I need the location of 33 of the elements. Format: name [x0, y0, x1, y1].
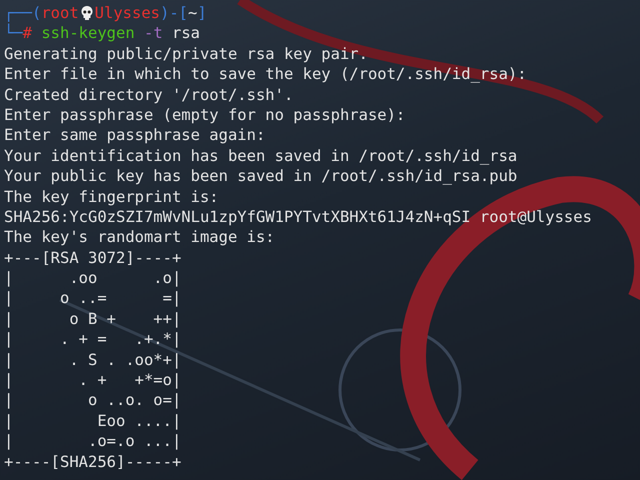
prompt-frame: ┌──( — [4, 3, 42, 24]
randomart-line: | o B + ++| — [4, 308, 182, 330]
randomart-line: | . + = .+.*| — [4, 329, 182, 350]
randomart-line: | .o=.o ...| — [4, 431, 182, 452]
prompt-frame: ] — [197, 3, 207, 24]
terminal-output-line: SHA256:YcG0zSZI7mWvNLu1zpYfGW1PYTvtXBHXt61J4zN+qSI root@Ulysses — [4, 206, 592, 228]
command-name: ssh-keygen — [41, 23, 135, 44]
randomart-line: +---[RSA 3072]----+ — [4, 248, 182, 268]
terminal-output-line: The key fingerprint is: — [4, 186, 219, 207]
terminal-output-line: Enter passphrase (empty for no passphrase): — [4, 104, 406, 126]
randomart-line: | o ..o. o=| — [4, 390, 182, 411]
prompt-frame: )-[ — [160, 3, 188, 24]
prompt-user: root — [41, 3, 79, 24]
command-option: -t — [144, 23, 163, 44]
terminal-output-line: Enter file in which to save the key (/root/.ssh/id_rsa): — [4, 64, 527, 85]
randomart-line: +----[SHA256]-----+ — [4, 452, 182, 472]
terminal-output-line: Your identification has been saved in /root/.ssh/id_rsa — [4, 146, 518, 166]
skull-icon — [80, 5, 94, 22]
randomart-line: | o ..= =| — [4, 288, 182, 309]
randomart-line: | .oo .o| — [4, 268, 182, 288]
prompt-symbol: # — [22, 24, 32, 44]
randomart-line: | . + +*=o| — [4, 370, 182, 390]
terminal-output-line: Generating public/private rsa key pair. — [4, 44, 368, 64]
prompt-directory: ~ — [188, 3, 198, 24]
prompt-host: Ulysses — [94, 3, 160, 24]
randomart-line: | . S . .oo*+| — [4, 350, 182, 370]
terminal-output-line: The key's randomart image is: — [4, 227, 275, 248]
prompt-frame: └─ — [4, 23, 23, 44]
randomart-line: | Eoo ....| — [4, 410, 182, 432]
terminal-output-line: Your public key has been saved in /root/.ssh/id_rsa.pub — [4, 166, 518, 187]
command-argument: rsa — [172, 23, 200, 44]
terminal-output-line: Enter same passphrase again: — [4, 125, 266, 146]
terminal-output-line: Created directory '/root/.ssh'. — [4, 84, 294, 105]
